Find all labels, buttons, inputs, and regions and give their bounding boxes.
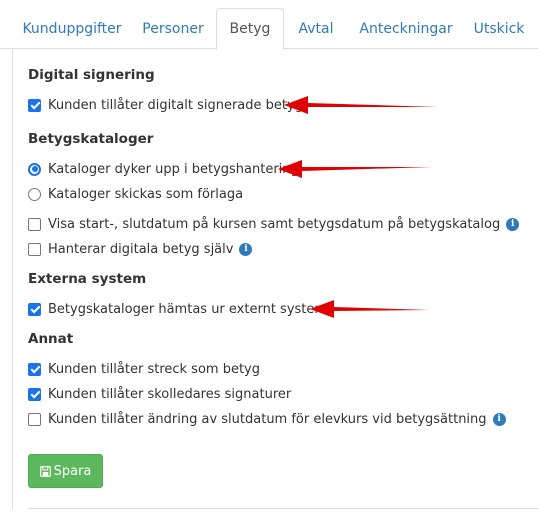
kataloger-betygshantering-radio[interactable] [28,162,41,176]
slutdatum-checkbox[interactable] [28,412,41,426]
digitala-betyg-checkbox[interactable] [28,242,41,256]
streck-label: Kunden tillåter streck som betyg [48,361,260,377]
section-heading-betygskataloger: Betygskataloger [28,131,154,147]
checkbox-row-digital-signing[interactable]: Kunden tillåter digitalt signerade betyg [28,95,303,115]
checkbox-row-signaturer[interactable]: Kunden tillåter skolledares signaturer [28,384,291,404]
annotation-arrow-icon [310,300,430,318]
tab-bar: Kunduppgifter Personer Betyg Avtal Antec… [0,0,538,50]
checkbox-row-slutdatum[interactable]: Kunden tillåter ändring av slutdatum för… [28,409,506,429]
section-heading-digital-signering: Digital signering [28,67,155,83]
streck-checkbox[interactable] [28,362,41,376]
checkbox-row-streck[interactable]: Kunden tillåter streck som betyg [28,359,260,379]
annotation-arrow-icon [278,160,432,178]
digital-signing-checkbox[interactable] [28,98,41,112]
info-icon[interactable]: i [239,242,253,256]
slutdatum-label: Kunden tillåter ändring av slutdatum för… [48,411,487,427]
kataloger-forlaga-label: Kataloger skickas som förlaga [48,186,244,202]
radio-row-kataloger-forlaga[interactable]: Kataloger skickas som förlaga [28,184,243,204]
save-button-label: Spara [53,463,92,479]
kataloger-betygshantering-label: Kataloger dyker upp i betygshantering [48,161,299,177]
digitala-betyg-label: Hanterar digitala betyg själv [48,241,234,257]
externt-system-checkbox[interactable] [28,302,41,316]
checkbox-row-digitala-betyg[interactable]: Hanterar digitala betyg själv i [28,239,253,259]
info-icon[interactable]: i [506,217,520,231]
signaturer-checkbox[interactable] [28,387,41,401]
externt-system-label: Betygskataloger hämtas ur externt system [48,301,328,317]
signaturer-label: Kunden tillåter skolledares signaturer [48,386,292,402]
checkbox-row-externt-system[interactable]: Betygskataloger hämtas ur externt system [28,299,327,319]
annotation-arrow-icon [284,96,438,114]
tab-personer[interactable]: Personer [131,8,215,49]
checkbox-row-visa-datum[interactable]: Visa start-, slutdatum på kursen samt be… [28,214,520,234]
tab-anteckningar[interactable]: Anteckningar [350,8,462,49]
tab-avtal[interactable]: Avtal [285,8,347,49]
digital-signing-label: Kunden tillåter digitalt signerade betyg [48,97,303,113]
radio-row-kataloger-betygshantering[interactable]: Kataloger dyker upp i betygshantering [28,159,299,179]
section-heading-externa-system: Externa system [28,271,147,287]
floppy-disk-icon [39,465,51,477]
divider [28,508,538,509]
info-icon[interactable]: i [492,412,506,426]
kataloger-forlaga-radio[interactable] [28,187,41,201]
section-heading-annat: Annat [28,331,74,347]
tab-utskick[interactable]: Utskick [464,8,534,49]
save-button[interactable]: Spara [28,454,103,488]
visa-datum-label: Visa start-, slutdatum på kursen samt be… [48,216,501,232]
tab-kunduppgifter[interactable]: Kunduppgifter [14,8,130,49]
tab-betyg[interactable]: Betyg [216,8,284,50]
visa-datum-checkbox[interactable] [28,217,41,231]
